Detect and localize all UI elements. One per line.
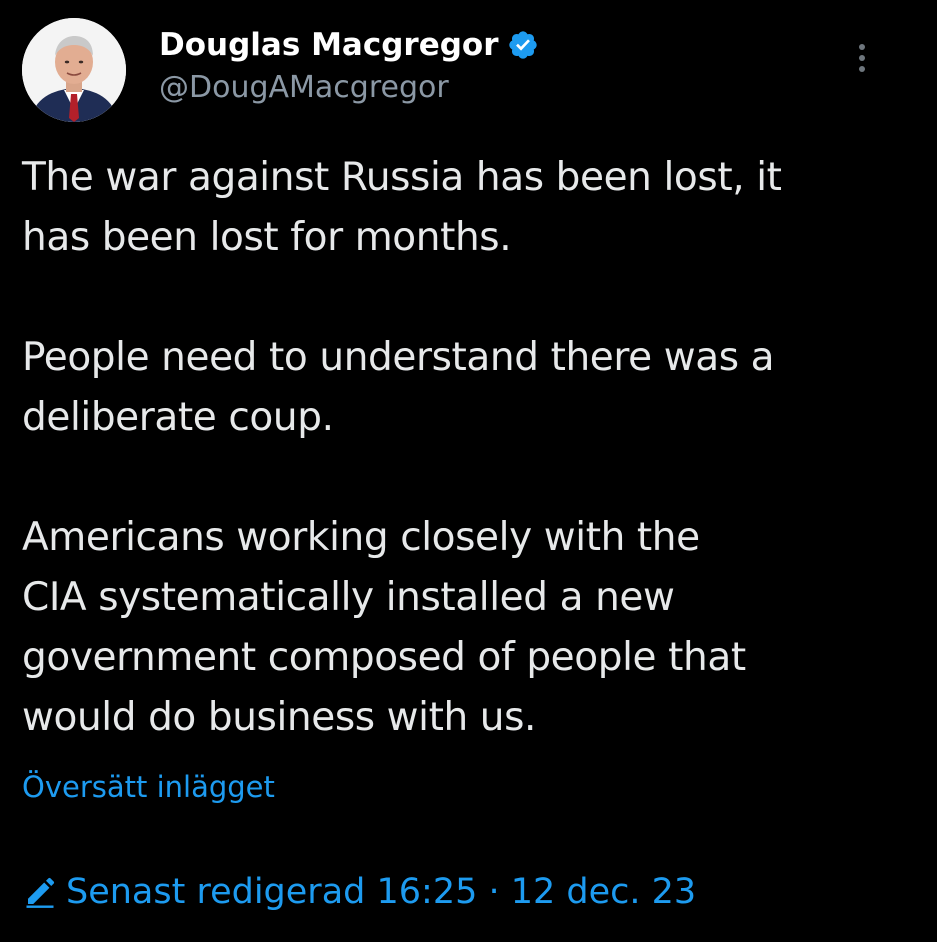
tweet-paragraph: People need to understand there was a de…	[22, 335, 775, 440]
author-info: Douglas Macgregor @DougAMacgregor	[159, 24, 539, 105]
profile-avatar[interactable]	[22, 18, 126, 122]
more-options-icon[interactable]	[856, 44, 868, 80]
more-dot	[859, 66, 865, 72]
tweet-card: Douglas Macgregor @DougAMacgregor The wa…	[0, 0, 937, 942]
translate-post-link[interactable]: Översätt inlägget	[22, 770, 275, 804]
tweet-header: Douglas Macgregor @DougAMacgregor	[22, 18, 912, 124]
tweet-paragraph: The war against Russia has been lost, it…	[22, 155, 782, 260]
author-display-name[interactable]: Douglas Macgregor	[159, 27, 499, 63]
edit-timestamp: Senast redigerad 16:25 · 12 dec. 23	[66, 872, 697, 912]
tweet-text: The war against Russia has been lost, it…	[22, 148, 902, 808]
more-dot	[859, 44, 865, 50]
display-name-row: Douglas Macgregor	[159, 24, 539, 66]
avatar-image	[22, 18, 126, 122]
more-dot	[859, 55, 865, 61]
author-handle[interactable]: @DougAMacgregor	[159, 70, 539, 105]
pencil-icon	[22, 874, 58, 910]
edit-history-link[interactable]: Senast redigerad 16:25 · 12 dec. 23	[22, 872, 696, 912]
tweet-paragraph: Americans working closely with the CIA s…	[22, 515, 746, 740]
verified-badge-icon[interactable]	[507, 29, 539, 61]
